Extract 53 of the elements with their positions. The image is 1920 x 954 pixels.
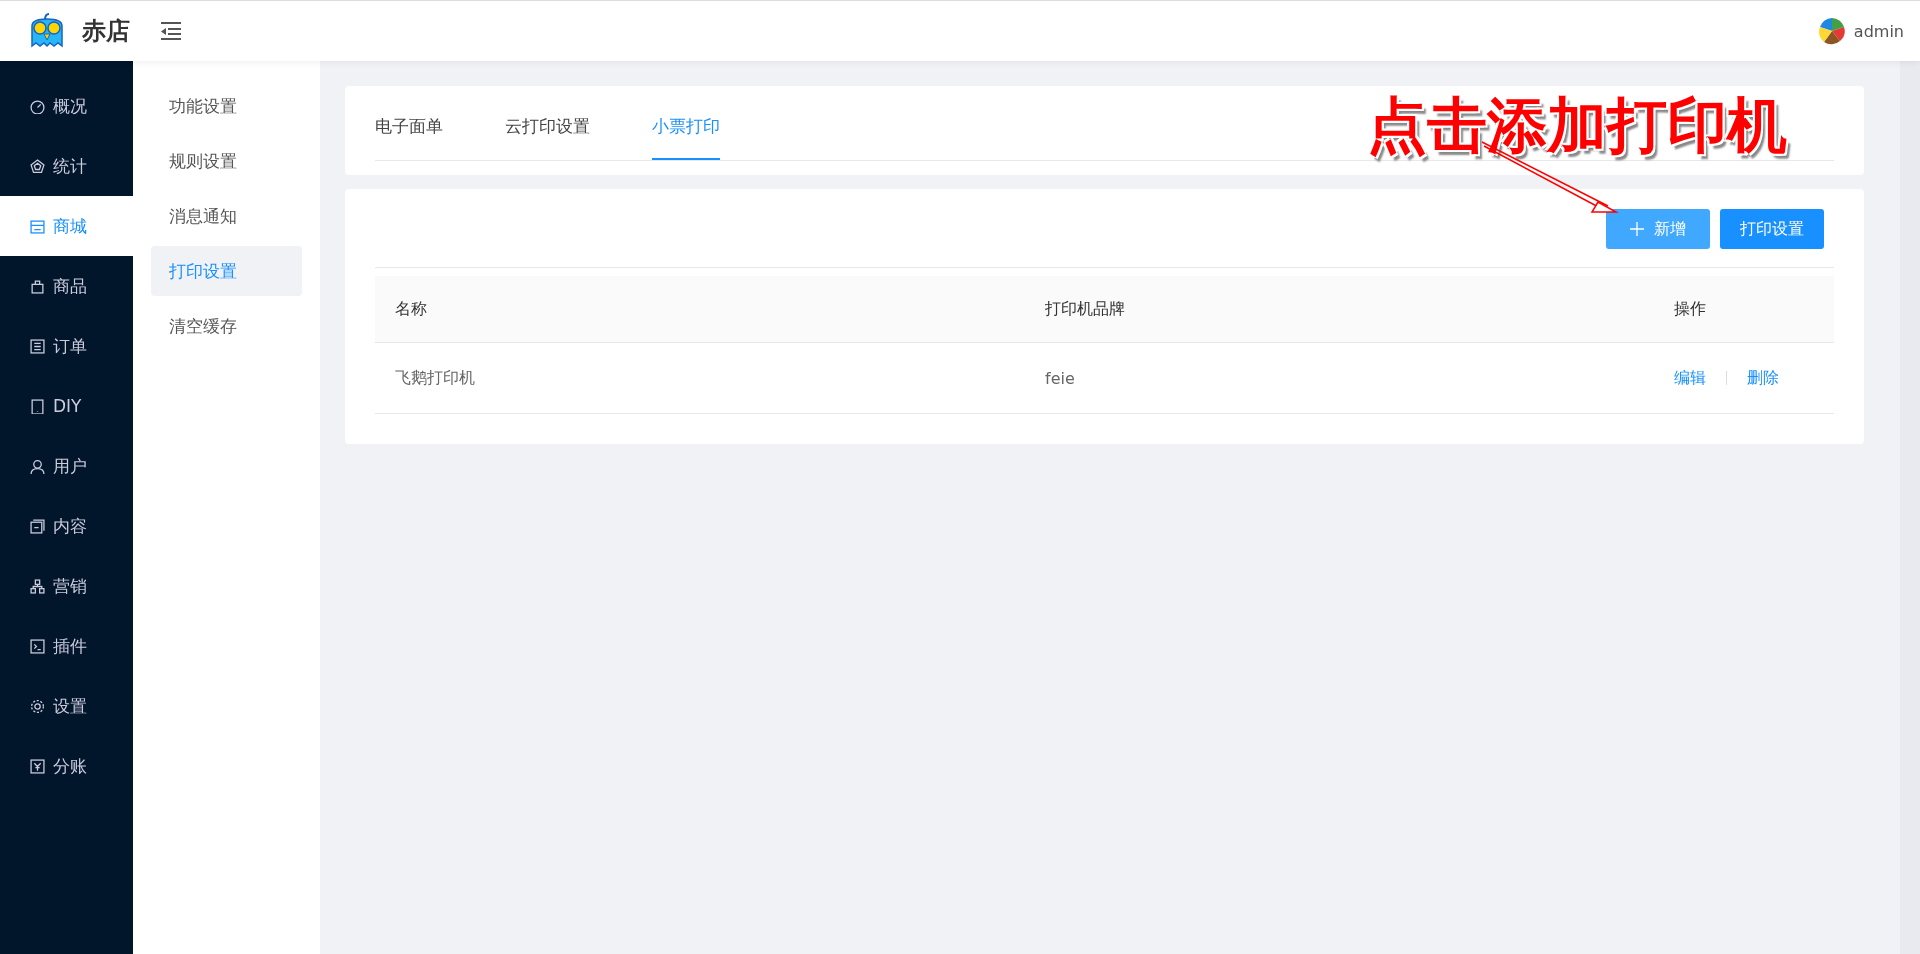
- sidebar-item[interactable]: 用户: [0, 436, 133, 496]
- sidebar-label: 概况: [53, 94, 87, 118]
- sidebar-label: 用户: [53, 454, 87, 478]
- submenu-item[interactable]: 规则设置: [151, 136, 302, 186]
- table-cell-text: feie: [1045, 368, 1076, 388]
- sidebar-item[interactable]: DIY: [0, 376, 133, 436]
- submenu-item[interactable]: 清空缓存: [151, 301, 302, 351]
- sidebar-item[interactable]: 设置: [0, 676, 133, 736]
- menu-collapse-icon[interactable]: [160, 22, 182, 40]
- column-header: 操作: [1674, 298, 1707, 320]
- column-header: 打印机品牌: [1045, 298, 1126, 320]
- tab[interactable]: 云打印设置: [505, 86, 590, 160]
- gear-icon: [30, 698, 45, 714]
- logo-text: 赤店: [82, 16, 130, 47]
- sidebar-label: 商城: [53, 214, 87, 238]
- pentagon-icon: [30, 158, 45, 174]
- user-icon: [30, 458, 45, 474]
- sidebar-label: 商品: [53, 274, 87, 298]
- sidebar-item[interactable]: 概况: [0, 76, 133, 136]
- username[interactable]: admin: [1853, 21, 1904, 41]
- sidebar-label: 统计: [53, 154, 87, 178]
- sidebar-label: 订单: [53, 334, 87, 358]
- sidebar-label: DIY: [53, 396, 82, 416]
- sidebar-item[interactable]: 营销: [0, 556, 133, 616]
- sidebar-item[interactable]: 统计: [0, 136, 133, 196]
- sidebar-item[interactable]: 商品: [0, 256, 133, 316]
- list-icon: [30, 338, 45, 354]
- sidebar-item[interactable]: 插件: [0, 616, 133, 676]
- terminal-icon: [30, 638, 45, 654]
- sidebar-item[interactable]: 订单: [0, 316, 133, 376]
- owl-logo-icon: [30, 12, 64, 50]
- sidebar-label: 分账: [53, 754, 87, 778]
- sidebar-label: 营销: [53, 574, 87, 598]
- tab[interactable]: 电子面单: [375, 86, 443, 160]
- avatar-icon[interactable]: [1817, 17, 1846, 45]
- submenu-item[interactable]: 功能设置: [151, 81, 302, 131]
- dashboard-icon: [30, 98, 45, 114]
- sidebar-label: 设置: [53, 694, 87, 718]
- sidebar-label: 插件: [53, 634, 87, 658]
- copy-icon: [30, 518, 45, 534]
- tree-icon: [30, 578, 45, 594]
- tablet-icon: [30, 398, 45, 414]
- submenu-item[interactable]: 消息通知: [151, 191, 302, 241]
- column-header: 名称: [395, 298, 428, 320]
- callout-text: 点击添加打印机: [1367, 89, 1787, 162]
- sidebar-item[interactable]: 分账: [0, 736, 133, 796]
- bag-icon: [30, 278, 45, 294]
- table-cell-text: 飞鹅打印机: [395, 367, 476, 389]
- yen-icon: [30, 758, 45, 774]
- sidebar-item[interactable]: 内容: [0, 496, 133, 556]
- sidebar-label: 内容: [53, 514, 87, 538]
- shop-icon: [30, 218, 45, 234]
- plus-icon: [1630, 222, 1644, 236]
